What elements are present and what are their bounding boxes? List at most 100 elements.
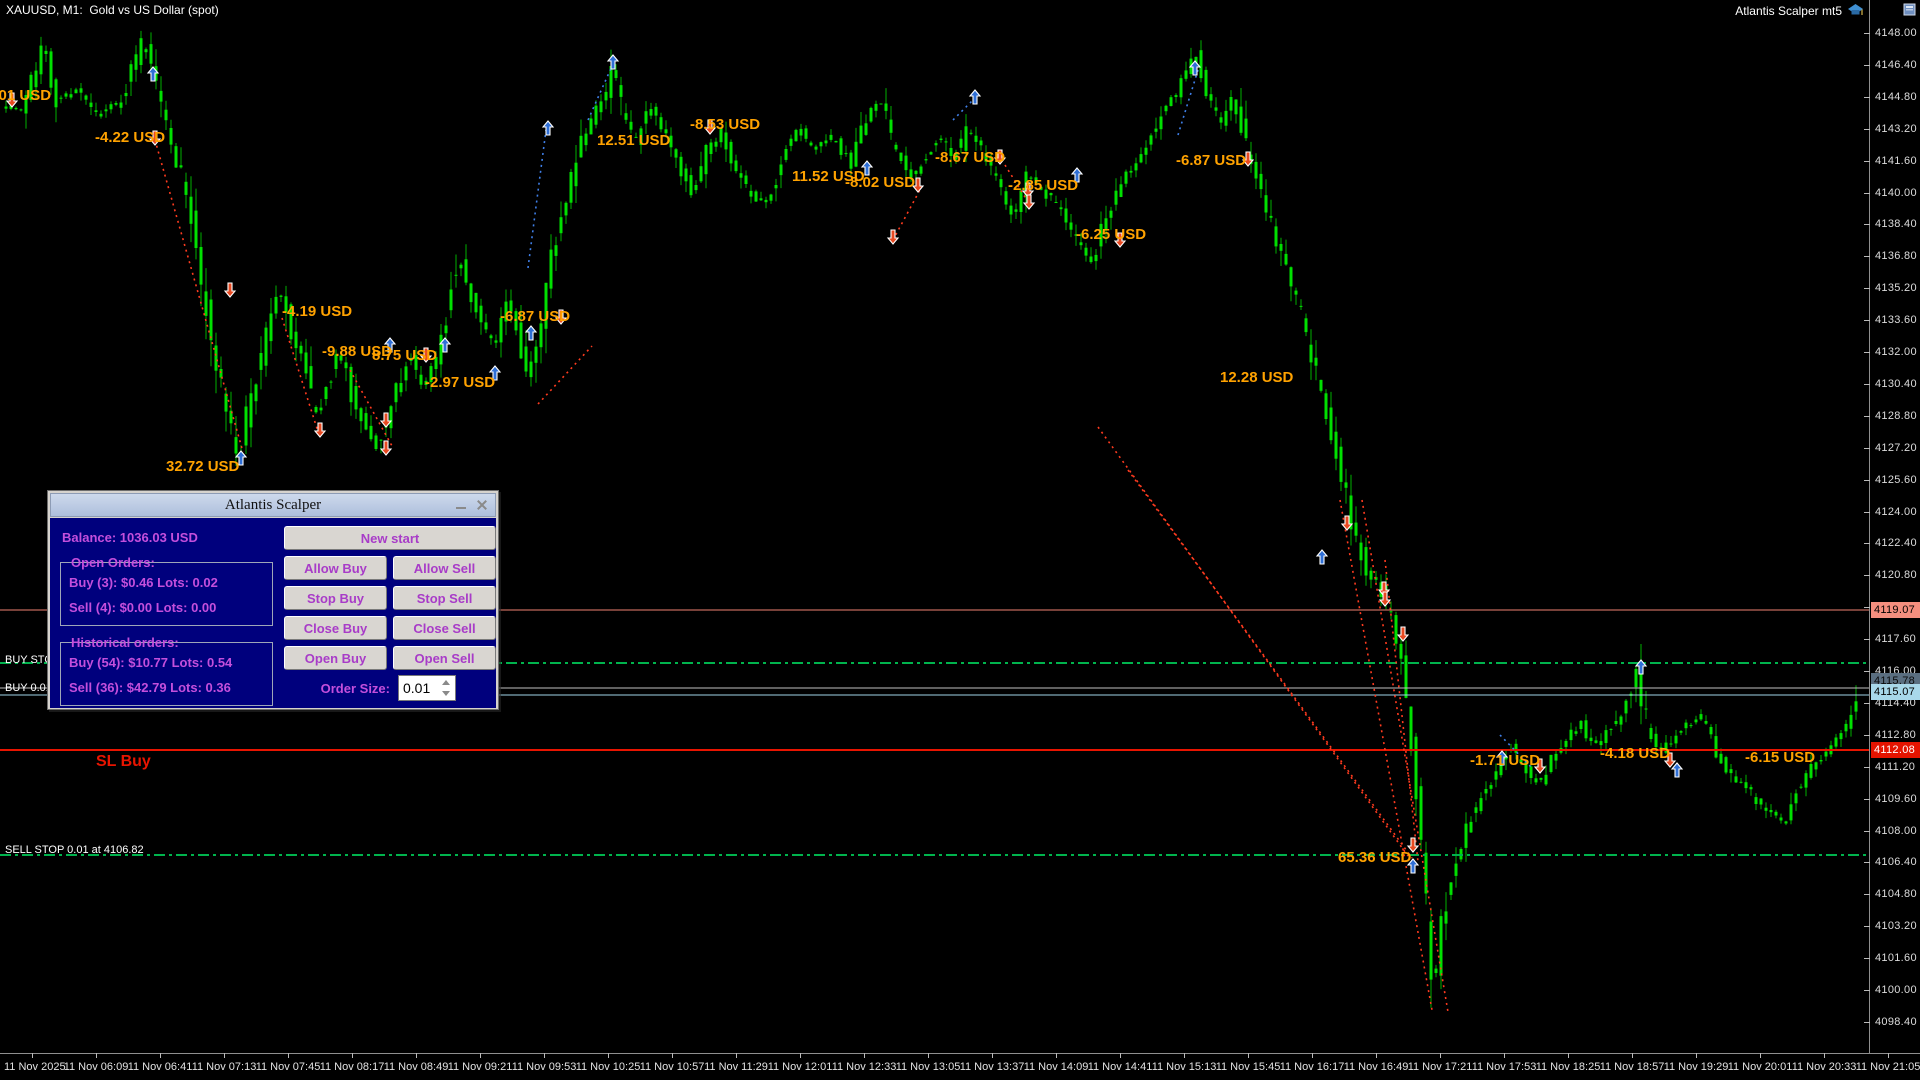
- profit-label: 12.51 USD: [597, 132, 671, 149]
- time-axis-label: 11 Nov 15:13: [1152, 1061, 1217, 1073]
- atlantis-scalper-panel: Atlantis Scalper Balance: 1036.03 USD Op…: [47, 490, 499, 710]
- candle-body: [860, 126, 863, 144]
- candle-body: [235, 437, 238, 453]
- candle-body: [180, 165, 183, 167]
- price-axis-tick: [1864, 193, 1870, 194]
- ea-corner-icon[interactable]: [1903, 3, 1916, 21]
- candle-body: [130, 64, 133, 82]
- price-axis-label: 4098.40: [1875, 1016, 1917, 1028]
- price-axis-label: 4125.60: [1875, 474, 1917, 486]
- candle-body: [15, 108, 18, 109]
- candle-body: [780, 165, 783, 176]
- candle-body: [630, 122, 633, 130]
- candle-body: [1410, 707, 1413, 752]
- price-axis-label: 4101.60: [1875, 952, 1917, 964]
- candle-body: [1800, 787, 1803, 788]
- candle-body: [55, 79, 58, 107]
- candle-body: [1290, 267, 1293, 286]
- candle-body: [1275, 226, 1278, 246]
- candle-body: [365, 413, 368, 429]
- price-axis-tick: [1864, 320, 1870, 321]
- time-axis-label: 11 Nov 17:21: [1408, 1061, 1473, 1073]
- candle-body: [1625, 701, 1628, 714]
- time-axis-label: 11 Nov 06:09: [64, 1061, 129, 1073]
- candle-body: [615, 70, 618, 78]
- candle-body: [1285, 254, 1288, 265]
- candle-body: [965, 126, 968, 151]
- price-axis-tick: [1864, 831, 1870, 832]
- order-size-stepper[interactable]: [438, 677, 454, 699]
- time-axis-tick: [992, 1053, 993, 1058]
- candle-body: [475, 293, 478, 312]
- time-axis-tick: [1056, 1053, 1057, 1058]
- stepper-down-icon[interactable]: [438, 688, 454, 699]
- price-axis-label: 4122.40: [1875, 537, 1917, 549]
- stop-buy-button[interactable]: Stop Buy: [284, 586, 387, 610]
- candle-body: [520, 323, 523, 359]
- candle-body: [185, 182, 188, 195]
- candle-body: [1730, 769, 1733, 773]
- sell-arrow-icon: [315, 423, 325, 437]
- price-axis-tick: [1864, 512, 1870, 513]
- close-sell-button[interactable]: Close Sell: [393, 616, 496, 640]
- price-axis-tick: [1864, 448, 1870, 449]
- price-axis-tick: [1864, 65, 1870, 66]
- candle-body: [1010, 206, 1013, 215]
- price-axis-label: 4144.80: [1875, 91, 1917, 103]
- candle-body: [655, 107, 658, 116]
- candle-body: [760, 198, 763, 200]
- close-icon[interactable]: [474, 494, 490, 516]
- open-sell-button[interactable]: Open Sell: [393, 646, 496, 670]
- candle-body: [95, 110, 98, 112]
- candle-body: [1690, 725, 1693, 726]
- order-size-input[interactable]: [401, 677, 439, 699]
- close-buy-button[interactable]: Close Buy: [284, 616, 387, 640]
- price-axis-label: 4106.40: [1875, 856, 1917, 868]
- stop-sell-button[interactable]: Stop Sell: [393, 586, 496, 610]
- candle-body: [660, 117, 663, 129]
- candle-body: [400, 383, 403, 392]
- time-axis-label: 11 Nov 14:41: [1088, 1061, 1153, 1073]
- candle-body: [460, 265, 463, 269]
- price-axis-tick: [1864, 129, 1870, 130]
- allow-sell-button[interactable]: Allow Sell: [393, 556, 496, 580]
- panel-body: Balance: 1036.03 USD Open Orders: Buy (3…: [50, 518, 496, 708]
- time-axis-label: 11 Nov 16:17: [1280, 1061, 1345, 1073]
- price-axis-label: 4136.80: [1875, 250, 1917, 262]
- candle-body: [940, 139, 943, 140]
- allow-buy-button[interactable]: Allow Buy: [284, 556, 387, 580]
- candle-body: [1710, 727, 1713, 734]
- trade-line-sell: [1362, 500, 1448, 1012]
- candle-body: [600, 101, 603, 112]
- time-axis-tick: [1312, 1053, 1313, 1058]
- minimize-icon[interactable]: [453, 494, 469, 516]
- candle-body: [625, 113, 628, 120]
- candle-body: [1390, 611, 1393, 612]
- stepper-up-icon[interactable]: [438, 677, 454, 688]
- candle-body: [1015, 209, 1018, 211]
- price-axis-label: 4141.60: [1875, 155, 1917, 167]
- time-axis-label: 11 Nov 10:57: [640, 1061, 705, 1073]
- time-axis-tick: [1760, 1053, 1761, 1058]
- time-axis-tick: [1888, 1053, 1889, 1058]
- candle-body: [1845, 724, 1848, 731]
- candle-body: [565, 203, 568, 216]
- time-axis-label: 11 Nov 17:53: [1472, 1061, 1537, 1073]
- candle-body: [685, 169, 688, 182]
- trade-line-buy: [953, 98, 975, 120]
- candle-body: [110, 104, 113, 109]
- candle-body: [1685, 723, 1688, 729]
- price-axis-label: 4104.80: [1875, 888, 1917, 900]
- candle-body: [1095, 255, 1098, 261]
- candle-body: [225, 394, 228, 412]
- open-buy-button[interactable]: Open Buy: [284, 646, 387, 670]
- price-axis-tick: [1864, 799, 1870, 800]
- buy-arrow-icon: [526, 326, 536, 340]
- panel-titlebar[interactable]: Atlantis Scalper: [50, 493, 496, 517]
- candle-body: [1345, 482, 1348, 487]
- price-axis-label: 4146.40: [1875, 59, 1917, 71]
- candle-body: [1435, 969, 1438, 973]
- new-start-button[interactable]: New start: [284, 526, 496, 550]
- candle-body: [1490, 785, 1493, 789]
- price-axis-tick: [1864, 639, 1870, 640]
